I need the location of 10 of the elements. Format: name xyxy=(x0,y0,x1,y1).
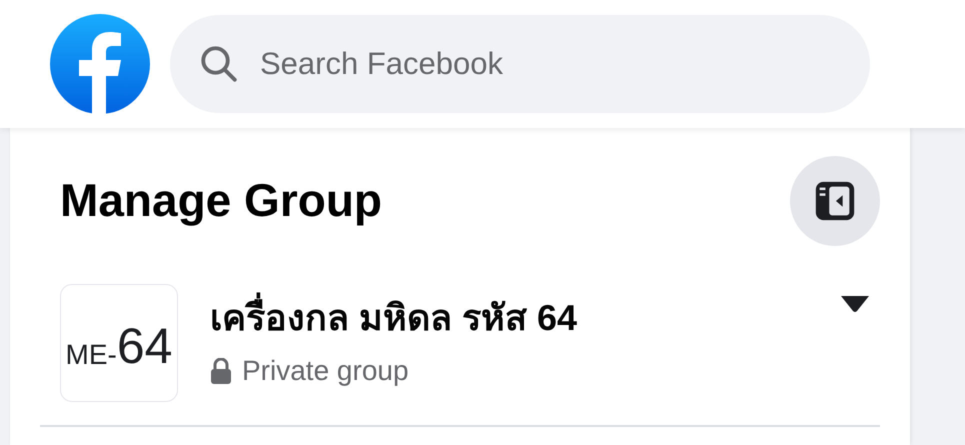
logo-icon[interactable] xyxy=(50,14,150,114)
avatar-number: 64 xyxy=(116,321,172,371)
privacy-label: Private group xyxy=(242,354,409,388)
lock-icon xyxy=(210,358,232,384)
caret-icon[interactable] xyxy=(840,295,870,313)
group-avatar[interactable]: ME-64 xyxy=(60,284,178,402)
search-field[interactable]: Search Facebook xyxy=(170,15,870,113)
sidebar-title: Manage Group xyxy=(60,173,382,228)
group-name[interactable]: เครื่องกล มหิดล รหัส 64 xyxy=(210,294,840,340)
avatar-prefix: ME- xyxy=(66,341,117,369)
